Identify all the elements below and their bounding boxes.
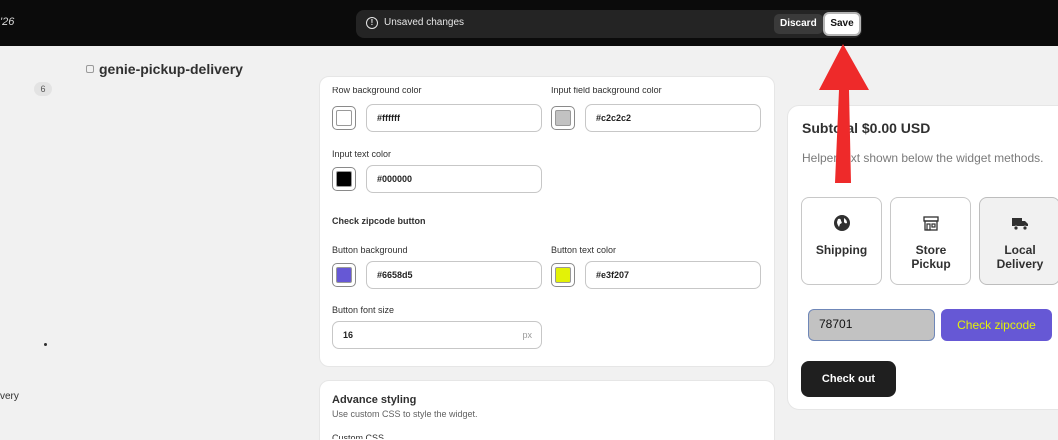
button-text-label: Button text color [551, 245, 617, 255]
row-bg-swatch-color [336, 110, 352, 126]
font-size-unit: px [522, 330, 532, 340]
button-text-field[interactable]: #e3f207 [585, 261, 761, 289]
app-icon [86, 65, 94, 73]
font-size-value: 16 [343, 330, 354, 340]
button-text-swatch-color [555, 267, 571, 283]
input-text-label: Input text color [332, 149, 392, 159]
helper-text: Helper text shown below the widget metho… [802, 151, 1044, 165]
store-icon [923, 216, 939, 231]
subtotal-text: Subtotal $0.00 USD [802, 120, 931, 136]
check-zipcode-section-title: Check zipcode button [332, 216, 426, 226]
advance-styling-title: Advance styling [332, 394, 417, 406]
save-button[interactable]: Save [823, 12, 861, 36]
page-title-text: genie-pickup-delivery [99, 61, 243, 77]
row-bg-field[interactable]: #ffffff [366, 104, 542, 132]
unsaved-message: Unsaved changes [384, 17, 465, 28]
sidebar-item-delivery[interactable]: very [0, 391, 19, 402]
input-text-field[interactable]: #000000 [366, 165, 542, 193]
input-bg-swatch-color [555, 110, 571, 126]
top-bar: '26 ! Unsaved changes Discard Save [0, 0, 1058, 46]
row-bg-label: Row background color [332, 87, 422, 95]
unsaved-changes-bar: ! Unsaved changes Discard Save [356, 10, 862, 38]
checkout-button[interactable]: Check out [801, 361, 896, 397]
method-shipping[interactable]: Shipping [801, 197, 882, 285]
method-local-delivery[interactable]: Local Delivery [979, 197, 1058, 285]
globe-icon [834, 215, 850, 231]
sidebar-count-badge: 6 [34, 82, 52, 96]
method-local-delivery-label: Local Delivery [996, 243, 1044, 271]
method-store-pickup-label: Store Pickup [911, 243, 951, 271]
info-icon: ! [366, 17, 378, 29]
advance-styling-subtitle: Use custom CSS to style the widget. [332, 409, 478, 419]
input-bg-swatch[interactable] [551, 106, 575, 130]
sidebar-dot [44, 343, 47, 346]
method-store-pickup[interactable]: Store Pickup [890, 197, 971, 285]
button-text-swatch[interactable] [551, 263, 575, 287]
topbar-left-text: '26 [0, 16, 15, 28]
check-zipcode-button[interactable]: Check zipcode [941, 309, 1052, 341]
button-bg-swatch[interactable] [332, 263, 356, 287]
button-bg-label: Button background [332, 245, 408, 255]
method-shipping-label: Shipping [815, 243, 868, 257]
font-size-field[interactable]: 16 px [332, 321, 542, 349]
truck-icon [1012, 218, 1028, 231]
page-title: genie-pickup-delivery [86, 61, 243, 77]
input-text-swatch-color [336, 171, 352, 187]
row-bg-swatch[interactable] [332, 106, 356, 130]
input-bg-field[interactable]: #c2c2c2 [585, 104, 761, 132]
discard-button[interactable]: Discard [774, 14, 823, 34]
zipcode-input[interactable]: 78701 [808, 309, 935, 341]
font-size-label: Button font size [332, 305, 395, 315]
button-bg-field[interactable]: #6658d5 [366, 261, 542, 289]
custom-css-label: Custom CSS [332, 433, 385, 439]
input-bg-label: Input field background color [551, 87, 662, 95]
button-bg-swatch-color [336, 267, 352, 283]
input-text-swatch[interactable] [332, 167, 356, 191]
